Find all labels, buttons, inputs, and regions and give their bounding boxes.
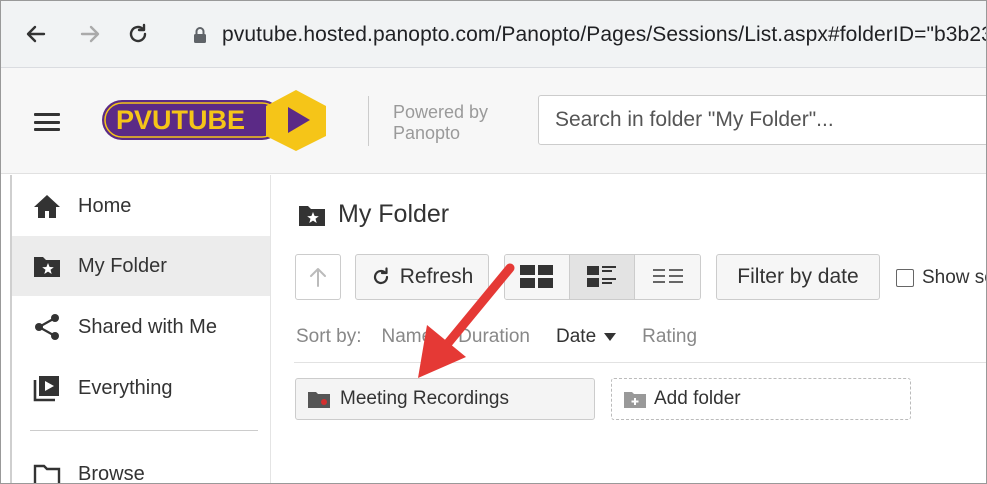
powered-by: Powered by Panopto (393, 102, 489, 143)
sidebar-item-home[interactable]: Home (12, 176, 270, 236)
show-sessions-checkbox[interactable]: Show so (896, 267, 987, 289)
header-divider (368, 96, 369, 146)
sort-divider (294, 362, 987, 363)
sidebar-item-everything[interactable]: Everything (12, 358, 270, 418)
refresh-button[interactable]: Refresh (355, 254, 489, 300)
folder-meeting-recordings[interactable]: Meeting Recordings (295, 378, 595, 420)
thumbnail-view-button[interactable] (505, 255, 570, 299)
back-button[interactable] (22, 20, 50, 48)
list-view-button[interactable] (635, 255, 700, 299)
add-folder-icon (624, 392, 646, 408)
refresh-icon (373, 267, 388, 285)
detail-view-button[interactable] (570, 255, 635, 299)
play-stack-icon (32, 373, 62, 403)
home-icon (32, 191, 62, 221)
reload-icon (129, 23, 147, 43)
logo-text: PVUTUBE (116, 105, 245, 135)
checkbox[interactable] (896, 269, 914, 287)
search-input[interactable]: Search in folder "My Folder"... (538, 95, 987, 145)
sidebar-item-my-folder[interactable]: My Folder (12, 236, 270, 296)
star-folder-icon (32, 251, 62, 281)
lock-icon (194, 27, 206, 43)
arrow-up-icon (310, 268, 326, 287)
view-mode-toggle (504, 254, 701, 300)
sidebar-item-shared-with-me[interactable]: Shared with Me (12, 297, 270, 357)
sort-by-duration[interactable]: Duration (458, 326, 530, 348)
arrow-left-icon (26, 25, 46, 43)
add-folder-button[interactable]: Add folder (611, 378, 911, 420)
reload-button[interactable] (124, 20, 152, 48)
sort-bar: Sort by: Name Duration Date Rating (296, 326, 698, 348)
sidebar-divider (30, 430, 258, 431)
sidebar: Home My Folder Shared with Me Everything… (12, 175, 271, 484)
share-icon (32, 312, 62, 342)
caret-down-icon (604, 333, 617, 341)
app-header: PVUTUBE Powered by Panopto Search in fol… (0, 68, 987, 174)
sort-by-rating[interactable]: Rating (642, 326, 697, 348)
sort-by-date[interactable]: Date (556, 326, 617, 348)
sort-by-name[interactable]: Name (381, 326, 432, 348)
star-folder-icon (299, 205, 325, 226)
list-view-icon (652, 269, 683, 283)
folder-icon (308, 392, 330, 408)
menu-icon[interactable] (34, 113, 60, 131)
detail-view-icon (587, 266, 616, 287)
grid-view-icon (520, 265, 553, 288)
forward-button[interactable] (76, 20, 104, 48)
up-button[interactable] (295, 254, 341, 300)
address-bar[interactable]: pvutube.hosted.panopto.com/Panopto/Pages… (172, 12, 987, 58)
pvutube-logo[interactable]: PVUTUBE (100, 88, 330, 152)
arrow-right-icon (80, 25, 100, 43)
sidebar-item-browse[interactable]: Browse (12, 444, 270, 484)
browser-toolbar: pvutube.hosted.panopto.com/Panopto/Pages… (0, 0, 987, 68)
url-text: pvutube.hosted.panopto.com/Panopto/Pages… (222, 23, 987, 46)
page-title: My Folder (298, 200, 449, 229)
filter-by-date-button[interactable]: Filter by date (716, 254, 880, 300)
folder-icon (32, 459, 62, 484)
